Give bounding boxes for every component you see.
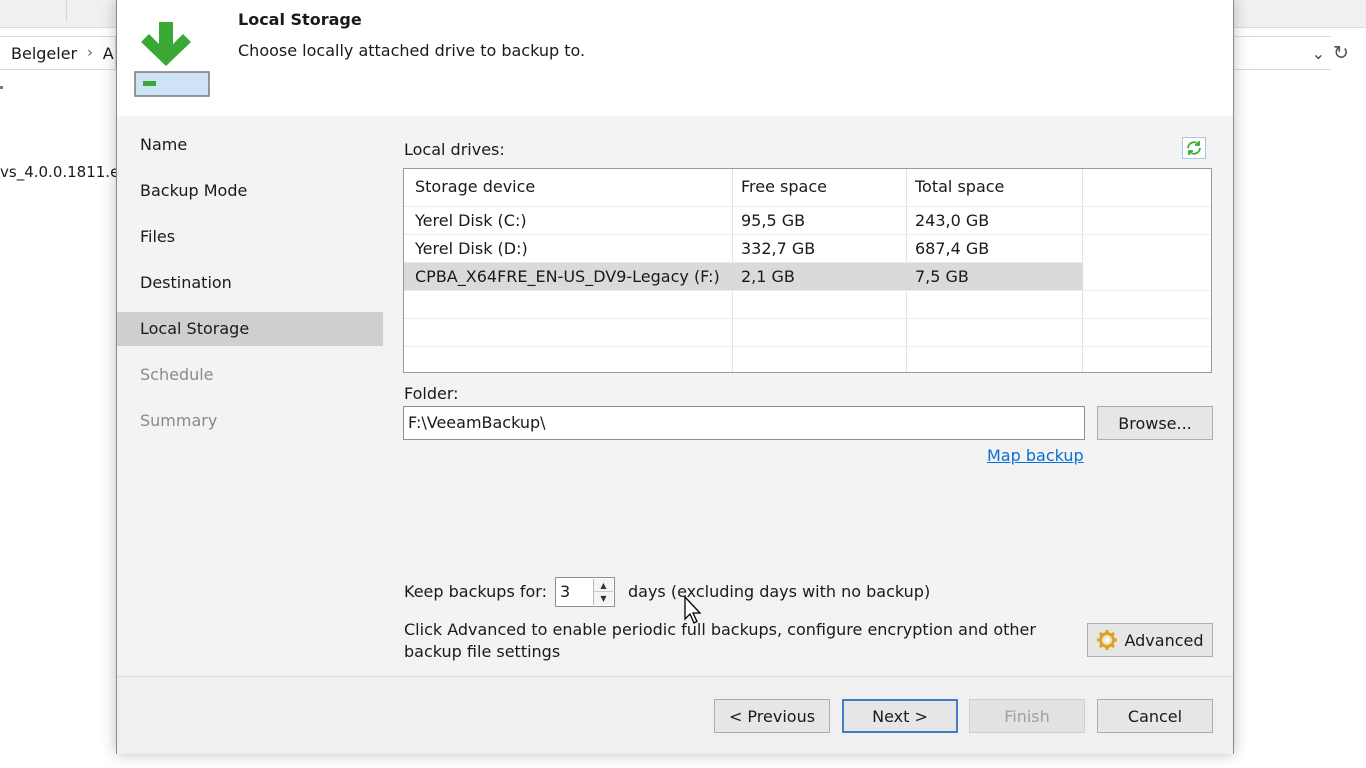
- retention-label: Keep backups for:: [404, 582, 547, 601]
- retention-days-value[interactable]: 3: [560, 582, 570, 601]
- cancel-button[interactable]: Cancel: [1097, 699, 1213, 733]
- finish-button: Finish: [969, 699, 1085, 733]
- explorer-file-item[interactable]: vs_4.0.0.1811.ex: [0, 163, 116, 181]
- tab-divider: [66, 0, 67, 22]
- table-row-selected[interactable]: CPBA_X64FRE_EN-US_DV9-Legacy (F:) 2,1 GB…: [404, 262, 1083, 290]
- gear-icon: [1097, 630, 1118, 650]
- cell-free: 95,5 GB: [741, 211, 806, 230]
- step-summary: Summary: [140, 411, 218, 430]
- retention-suffix: days (excluding days with no backup): [628, 582, 931, 601]
- cell-device: Yerel Disk (D:): [415, 239, 528, 258]
- cell-total: 243,0 GB: [915, 211, 990, 230]
- explorer-decoration: [0, 86, 3, 89]
- refresh-icon: [1187, 141, 1201, 155]
- table-row[interactable]: Yerel Disk (C:) 95,5 GB 243,0 GB: [404, 206, 1211, 234]
- folder-label: Folder:: [404, 384, 459, 403]
- explorer-refresh-icon[interactable]: ↻: [1330, 40, 1352, 66]
- mouse-pointer-icon: [684, 596, 702, 624]
- explorer-address-bar[interactable]: Belgeler › A: [0, 36, 116, 70]
- table-row-empty: [404, 346, 1211, 374]
- step-local-storage[interactable]: Local Storage: [117, 312, 383, 346]
- table-row-empty: [404, 290, 1211, 318]
- breadcrumb-belgeler[interactable]: Belgeler: [11, 44, 77, 63]
- wizard-content: Local drives: Storage device Free space …: [383, 116, 1233, 676]
- step-backup-mode[interactable]: Backup Mode: [117, 174, 383, 208]
- cell-total: 7,5 GB: [915, 267, 969, 286]
- advanced-button[interactable]: Advanced: [1087, 623, 1213, 657]
- table-header: Storage device Free space Total space: [404, 169, 1211, 206]
- retention-days-spinner[interactable]: 3 ▲ ▼: [555, 577, 615, 607]
- local-drives-table[interactable]: Storage device Free space Total space Ye…: [403, 168, 1212, 373]
- browse-button[interactable]: Browse...: [1097, 406, 1213, 440]
- column-header-total-space[interactable]: Total space: [915, 177, 1004, 196]
- page-subtitle: Choose locally attached drive to backup …: [238, 41, 586, 60]
- refresh-drives-button[interactable]: [1182, 137, 1206, 159]
- map-backup-link[interactable]: Map backup: [987, 446, 1084, 465]
- wizard-steps-nav: Name Backup Mode Files Destination Local…: [117, 116, 383, 676]
- spinner-up-icon[interactable]: ▲: [594, 579, 613, 592]
- breadcrumb-chevron-icon: ›: [87, 45, 93, 61]
- spinner-down-icon[interactable]: ▼: [594, 592, 613, 605]
- chevron-down-icon[interactable]: ⌄: [1312, 44, 1325, 63]
- backup-job-wizard: Local Storage Choose locally attached dr…: [116, 0, 1234, 754]
- table-row[interactable]: Yerel Disk (D:) 332,7 GB 687,4 GB: [404, 234, 1211, 262]
- local-drive-download-icon: [134, 22, 210, 97]
- advanced-description-line2: backup file settings: [404, 642, 561, 661]
- column-header-storage-device[interactable]: Storage device: [415, 177, 535, 196]
- spinner-arrows[interactable]: ▲ ▼: [593, 579, 613, 605]
- column-header-free-space[interactable]: Free space: [741, 177, 827, 196]
- cell-total: 687,4 GB: [915, 239, 990, 258]
- cell-device: Yerel Disk (C:): [415, 211, 527, 230]
- cell-device: CPBA_X64FRE_EN-US_DV9-Legacy (F:): [415, 267, 720, 286]
- advanced-description-line1: Click Advanced to enable periodic full b…: [404, 620, 1036, 639]
- wizard-header: Local Storage Choose locally attached dr…: [117, 0, 1233, 116]
- local-drives-label: Local drives:: [404, 140, 505, 159]
- step-destination[interactable]: Destination: [117, 266, 383, 300]
- previous-button[interactable]: < Previous: [714, 699, 830, 733]
- cell-free: 2,1 GB: [741, 267, 795, 286]
- step-name[interactable]: Name: [117, 128, 383, 162]
- cell-free: 332,7 GB: [741, 239, 816, 258]
- explorer-address-dropdown[interactable]: ⌄: [1233, 36, 1331, 70]
- advanced-button-label: Advanced: [1124, 630, 1204, 650]
- breadcrumb-next[interactable]: A: [103, 44, 114, 63]
- next-button[interactable]: Next >: [842, 699, 958, 733]
- page-title: Local Storage: [238, 10, 362, 29]
- step-files[interactable]: Files: [117, 220, 383, 254]
- wizard-footer: < Previous Next > Finish Cancel: [117, 676, 1233, 754]
- step-schedule: Schedule: [140, 365, 214, 384]
- folder-path-input[interactable]: F:\VeeamBackup\: [403, 406, 1085, 440]
- table-row-empty: [404, 318, 1211, 346]
